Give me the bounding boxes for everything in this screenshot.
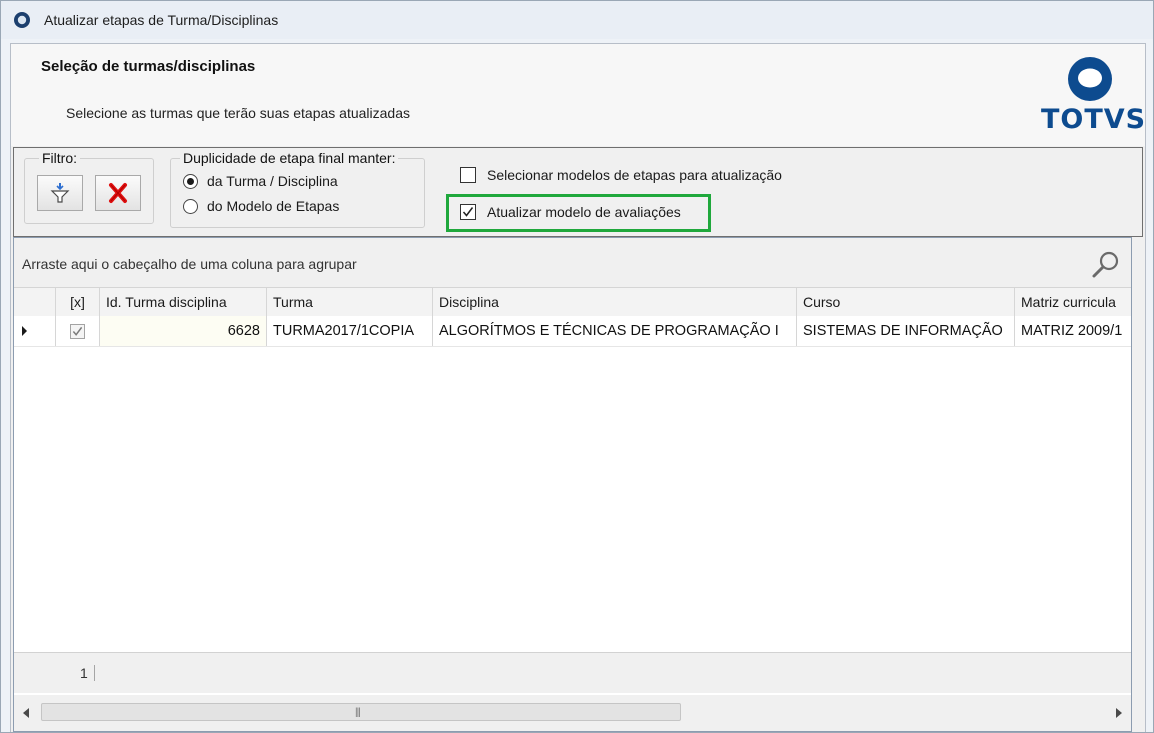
filter-legend: Filtro:: [39, 150, 80, 166]
radio-label: do Modelo de Etapas: [207, 198, 340, 214]
logo-text: TOTVS: [1041, 104, 1147, 135]
dialog-window: Atualizar etapas de Turma/Disciplinas Se…: [0, 0, 1154, 733]
totvs-logo: TOTVS: [1041, 56, 1147, 136]
row-indicator-header: [14, 288, 56, 316]
data-grid: Arraste aqui o cabeçalho de uma coluna p…: [13, 237, 1132, 732]
cell-disciplina[interactable]: ALGORÍTMOS E TÉCNICAS DE PROGRAMAÇÃO I: [433, 316, 797, 346]
wizard-header: Seleção de turmas/disciplinas Selecione …: [11, 44, 1145, 146]
window-title: Atualizar etapas de Turma/Disciplinas: [44, 12, 279, 28]
column-header-curso[interactable]: Curso: [797, 288, 1015, 316]
cell-turma[interactable]: TURMA2017/1COPIA: [267, 316, 433, 346]
column-header-disciplina[interactable]: Disciplina: [433, 288, 797, 316]
client-area: Seleção de turmas/disciplinas Selecione …: [10, 43, 1146, 732]
select-models-checkbox[interactable]: Selecionar modelos de etapas para atuali…: [460, 164, 782, 186]
duplicity-legend: Duplicidade de etapa final manter:: [180, 150, 399, 166]
scroll-left-button[interactable]: [14, 695, 38, 731]
radio-label: da Turma / Disciplina: [207, 173, 338, 189]
filter-icon: [50, 183, 70, 203]
totvs-logo-icon: [1068, 57, 1112, 101]
title-bar[interactable]: Atualizar etapas de Turma/Disciplinas: [1, 1, 1153, 39]
highlight-box: [446, 194, 711, 232]
radio-button[interactable]: [183, 198, 198, 214]
grid-footer: 1: [14, 652, 1131, 693]
cell-id[interactable]: 6628: [100, 316, 267, 346]
options-panel: Filtro: Duplicidade de etapa final mante…: [13, 147, 1143, 237]
checkmark-icon: [72, 326, 83, 336]
scroll-thumb[interactable]: |||: [41, 703, 681, 721]
clear-filter-button[interactable]: [95, 175, 141, 211]
table-row[interactable]: 6628 TURMA2017/1COPIA ALGORÍTMOS E TÉCNI…: [14, 316, 1131, 347]
horizontal-scrollbar[interactable]: |||: [14, 695, 1131, 731]
group-panel-text: Arraste aqui o cabeçalho de uma coluna p…: [22, 256, 357, 272]
app-icon: [14, 12, 30, 28]
checkbox-unchecked[interactable]: [460, 167, 476, 183]
search-icon[interactable]: [1091, 250, 1121, 280]
arrow-right-icon: [1116, 708, 1122, 718]
cell-curso[interactable]: SISTEMAS DE INFORMAÇÃO: [797, 316, 1015, 346]
row-indicator: [14, 316, 56, 346]
grid-header: [x] Id. Turma disciplina Turma Disciplin…: [14, 287, 1131, 317]
current-row-arrow-icon: [22, 326, 27, 336]
column-header-select[interactable]: [x]: [56, 288, 100, 316]
row-select-cell[interactable]: [56, 316, 100, 346]
radio-da-turma[interactable]: da Turma / Disciplina: [183, 171, 338, 191]
radio-button-selected[interactable]: [183, 173, 198, 189]
column-header-turma[interactable]: Turma: [267, 288, 433, 316]
filter-group: Filtro:: [24, 150, 154, 224]
row-checkbox[interactable]: [70, 323, 85, 339]
checkbox-label: Selecionar modelos de etapas para atuali…: [487, 167, 782, 183]
record-count: 1: [80, 665, 95, 681]
page-subtitle: Selecione as turmas que terão suas etapa…: [66, 105, 410, 121]
column-header-id[interactable]: Id. Turma disciplina: [100, 288, 267, 316]
group-panel[interactable]: Arraste aqui o cabeçalho de uma coluna p…: [14, 238, 1131, 287]
duplicity-group: Duplicidade de etapa final manter: da Tu…: [170, 150, 425, 228]
page-title: Seleção de turmas/disciplinas: [41, 58, 256, 75]
scroll-grip-icon: |||: [355, 707, 361, 718]
radio-do-modelo[interactable]: do Modelo de Etapas: [183, 196, 339, 216]
scroll-right-button[interactable]: [1107, 695, 1131, 731]
cell-matriz[interactable]: MATRIZ 2009/1: [1015, 316, 1131, 346]
clear-filter-icon: [109, 183, 127, 203]
column-header-matriz[interactable]: Matriz curricula: [1015, 288, 1131, 316]
apply-filter-button[interactable]: [37, 175, 83, 211]
arrow-left-icon: [23, 708, 29, 718]
